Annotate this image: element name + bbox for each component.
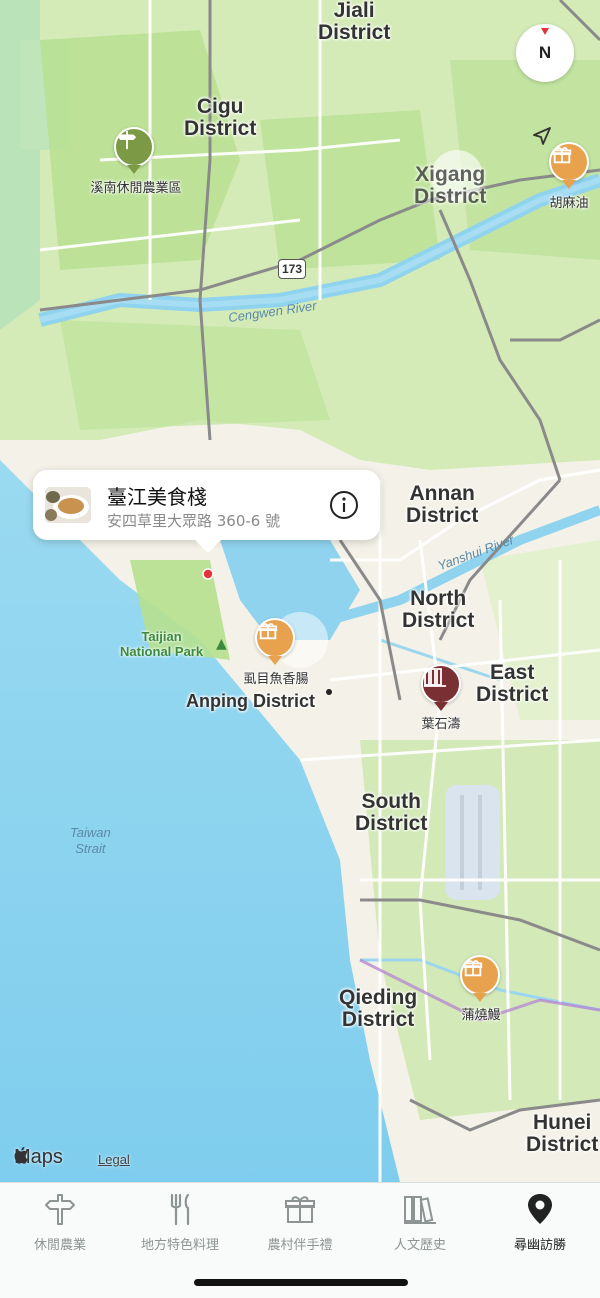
map-pin-icon [520,1191,560,1226]
signpost-icon [117,130,137,150]
road-shield-number: 173 [281,262,303,276]
books-icon [424,668,446,687]
locate-button[interactable] [530,124,560,154]
tab-local-cuisine[interactable]: 地方特色料理 [120,1191,240,1253]
compass-north-marker [541,28,549,35]
gift-icon [280,1191,320,1226]
tab-label: 尋幽訪勝 [513,1238,566,1253]
compass-label: N [538,43,552,62]
tab-label: 農村伴手禮 [267,1238,333,1253]
info-icon[interactable] [329,490,359,520]
poi-label-ye-shi-tao: 葉石濤 [421,717,461,732]
legal-link[interactable]: Legal [98,1152,130,1167]
district-label-annan: Annan District [406,482,479,528]
gift-icon [463,960,483,977]
home-indicator[interactable] [194,1279,408,1286]
tab-label: 人文歷史 [393,1238,446,1253]
tab-rural-gifts[interactable]: 農村伴手禮 [240,1191,360,1253]
apple-logo-icon [14,1146,28,1164]
poi-pin-ye-shi-tao[interactable] [421,664,461,704]
poi-label-eel: 蒲燒鰻 [461,1008,501,1023]
district-label-hunei: Hunei District [526,1111,599,1157]
district-label-jiali: Jiali District [318,0,391,45]
district-label-anping: Anping District [186,691,315,711]
location-arrow-icon [533,127,551,145]
place-callout[interactable]: 臺江美食棧 安四草里大眾路 360-6 號 [33,470,380,553]
poi-label-milkfish-sausage: 虱目魚香腸 [243,672,309,687]
place-title: 臺江美食棧 [107,485,207,509]
tab-label: 地方特色料理 [140,1238,219,1253]
tab-leisure-farming[interactable]: 休閒農業 [0,1191,120,1253]
park-label-taijian: Taijian National Park [120,629,204,659]
poi-pin-eel[interactable] [460,955,500,995]
books-icon [400,1191,440,1226]
poi-pin-farm-area[interactable] [114,127,154,167]
tab-culture-history[interactable]: 人文歷史 [360,1191,480,1253]
compass-button[interactable]: N [516,24,574,82]
signpost-icon [40,1191,80,1226]
poi-pin-milkfish-sausage[interactable] [255,618,295,658]
district-label-qieding: Qieding District [339,986,418,1032]
place-thumbnail [45,487,91,523]
fork-knife-icon [160,1191,200,1226]
district-label-north: North District [402,587,475,633]
road-shield: 173 [278,259,306,279]
poi-label-sesame-oil: 胡麻油 [549,196,589,211]
gift-icon [258,623,278,640]
district-label-xigang: Xigang District [414,163,487,209]
maps-attribution: Maps [14,1146,63,1169]
tab-bar: 休閒農業 地方特色料理 農村伴手禮 人文歷史 尋幽訪勝 [0,1182,600,1298]
map-view[interactable]: 173 Jiali District Cigu District Xigang … [0,0,600,1182]
tree-icon: ▲ [216,636,227,652]
district-label-south: South District [355,790,428,836]
tab-explore[interactable]: 尋幽訪勝 [480,1191,600,1253]
place-address: 安四草里大眾路 360-6 號 [107,512,281,530]
water-label-taiwan-strait: Taiwan Strait [70,825,111,857]
tab-label: 休閒農業 [33,1238,86,1253]
district-label-cigu: Cigu District [184,95,257,141]
district-label-east: East District [476,661,549,707]
poi-label-farm-area: 溪南休閒農業區 [90,181,182,196]
